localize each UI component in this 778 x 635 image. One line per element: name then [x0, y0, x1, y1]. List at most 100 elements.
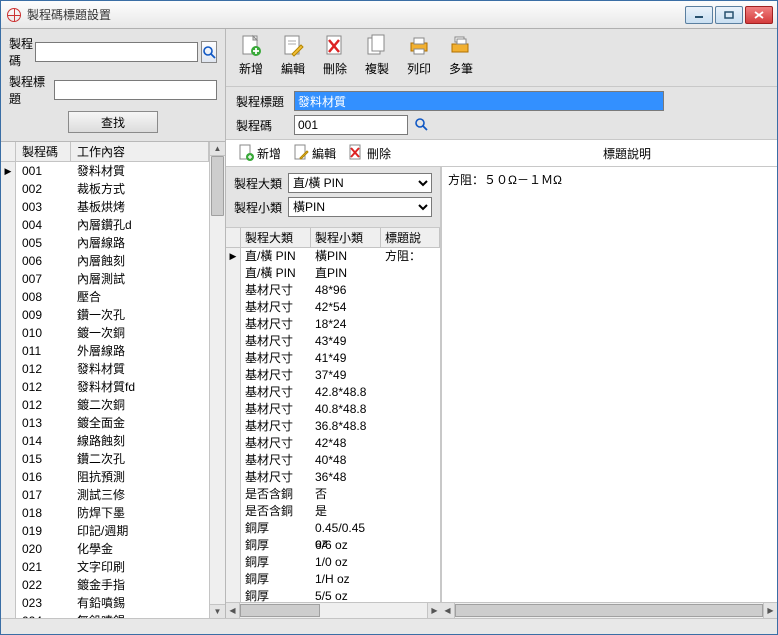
- table-row[interactable]: 013鍍全面金: [1, 414, 209, 432]
- table-row[interactable]: 基材尺寸37*49: [226, 367, 440, 384]
- table-row[interactable]: 是否含銅是: [226, 503, 440, 520]
- sub-edit-button[interactable]: 編輯: [287, 142, 342, 164]
- table-row[interactable]: 010鍍一次銅: [1, 324, 209, 342]
- mid-col-desc[interactable]: 標題說: [381, 228, 440, 247]
- table-row[interactable]: 009鑽一次孔: [1, 306, 209, 324]
- table-row[interactable]: 007內層測試: [1, 270, 209, 288]
- table-row[interactable]: 基材尺寸42*48: [226, 435, 440, 452]
- table-row[interactable]: 005內層線路: [1, 234, 209, 252]
- maximize-button[interactable]: [715, 6, 743, 24]
- page-add-icon: [238, 33, 264, 59]
- table-row[interactable]: 022鍍金手指: [1, 576, 209, 594]
- page-delete-icon: [322, 33, 348, 59]
- search-icon: [414, 117, 428, 131]
- search-title-label: 製程標題: [9, 73, 54, 107]
- table-row[interactable]: 012鍍二次銅: [1, 396, 209, 414]
- table-row[interactable]: 基材尺寸36*48: [226, 469, 440, 486]
- page-add-icon: [238, 144, 254, 162]
- search-lookup-button[interactable]: [201, 41, 217, 63]
- table-row[interactable]: 004內層鑽孔d: [1, 216, 209, 234]
- table-row[interactable]: 基材尺寸40.8*48.8: [226, 401, 440, 418]
- table-row[interactable]: 基材尺寸42.8*48.8: [226, 384, 440, 401]
- form-title-input[interactable]: [294, 91, 664, 111]
- toolbar-add-button[interactable]: 新增: [234, 33, 268, 86]
- table-row[interactable]: 012發料材質: [1, 360, 209, 378]
- desc-hscroll[interactable]: ◀▶: [441, 602, 777, 618]
- table-row[interactable]: 016阻抗預測: [1, 468, 209, 486]
- filter-major-label: 製程大類: [234, 175, 288, 192]
- form-code-input[interactable]: [294, 115, 408, 135]
- table-row[interactable]: 021文字印刷: [1, 558, 209, 576]
- printer-multi-icon: [448, 33, 474, 59]
- category-grid[interactable]: 製程大類 製程小類 標題說 ▶直/橫 PIN橫PIN方阻：直/橫 PIN直PIN…: [226, 227, 440, 602]
- page-edit-icon: [293, 144, 309, 162]
- col-header-content[interactable]: 工作內容: [71, 142, 209, 161]
- col-header-code[interactable]: 製程碼: [16, 142, 71, 161]
- status-bar: [1, 618, 777, 634]
- table-row[interactable]: 基材尺寸40*48: [226, 452, 440, 469]
- table-row[interactable]: 023有鉛噴錫: [1, 594, 209, 612]
- table-row[interactable]: 006內層蝕刻: [1, 252, 209, 270]
- filter-minor-select[interactable]: 橫PIN: [288, 197, 432, 217]
- find-button[interactable]: 查找: [68, 111, 158, 133]
- mid-col-minor[interactable]: 製程小類: [311, 228, 381, 247]
- table-row[interactable]: ▶001發料材質: [1, 162, 209, 180]
- table-row[interactable]: 017測試三修: [1, 486, 209, 504]
- table-row[interactable]: 012發料材質fd: [1, 378, 209, 396]
- table-row[interactable]: 銅厚6/6 oz: [226, 537, 440, 554]
- table-row[interactable]: 008壓合: [1, 288, 209, 306]
- page-delete-icon: [348, 144, 364, 162]
- toolbar-edit-button[interactable]: 編輯: [276, 33, 310, 86]
- search-icon: [202, 45, 216, 59]
- table-row[interactable]: 直/橫 PIN直PIN: [226, 265, 440, 282]
- table-row[interactable]: 銅厚0.45/0.45 oz: [226, 520, 440, 537]
- page-copy-icon: [364, 33, 390, 59]
- page-edit-icon: [280, 33, 306, 59]
- minimize-button[interactable]: [685, 6, 713, 24]
- close-button[interactable]: [745, 6, 773, 24]
- description-text: 方阻：５０Ω－１ＭΩ: [448, 173, 562, 187]
- table-row[interactable]: 002裁板方式: [1, 180, 209, 198]
- table-row[interactable]: 是否含銅否: [226, 486, 440, 503]
- mid-col-major[interactable]: 製程大類: [241, 228, 311, 247]
- app-icon: [7, 8, 21, 22]
- sub-add-button[interactable]: 新增: [232, 142, 287, 164]
- table-row[interactable]: 019印記/週期: [1, 522, 209, 540]
- printer-icon: [406, 33, 432, 59]
- toolbar-delete-button[interactable]: 刪除: [318, 33, 352, 86]
- table-row[interactable]: ▶直/橫 PIN橫PIN方阻：: [226, 248, 440, 265]
- table-row[interactable]: 銅厚1/0 oz: [226, 554, 440, 571]
- description-panel[interactable]: 方阻：５０Ω－１ＭΩ: [441, 167, 777, 602]
- mid-grid-hscroll[interactable]: ◀▶: [226, 602, 441, 618]
- table-row[interactable]: 基材尺寸41*49: [226, 350, 440, 367]
- filter-minor-label: 製程小類: [234, 199, 288, 216]
- toolbar-multi-button[interactable]: 多筆: [444, 33, 478, 86]
- table-row[interactable]: 基材尺寸43*49: [226, 333, 440, 350]
- search-title-input[interactable]: [54, 80, 217, 100]
- table-row[interactable]: 020化學金: [1, 540, 209, 558]
- table-row[interactable]: 018防焊下墨: [1, 504, 209, 522]
- table-row[interactable]: 基材尺寸18*24: [226, 316, 440, 333]
- table-row[interactable]: 015鑽二次孔: [1, 450, 209, 468]
- window-title: 製程碼標題設置: [27, 6, 685, 23]
- table-row[interactable]: 銅厚5/5 oz: [226, 588, 440, 602]
- form-code-lookup[interactable]: [414, 117, 428, 134]
- table-row[interactable]: 011外層線路: [1, 342, 209, 360]
- filter-major-select[interactable]: 直/橫 PIN: [288, 173, 432, 193]
- toolbar-copy-button[interactable]: 複製: [360, 33, 394, 86]
- form-title-label: 製程標題: [236, 93, 288, 110]
- left-grid-scrollbar[interactable]: ▲▼: [209, 142, 225, 618]
- table-row[interactable]: 基材尺寸48*96: [226, 282, 440, 299]
- process-list-grid[interactable]: 製程碼 工作內容 ▶001發料材質002裁板方式003基板烘烤004內層鑽孔d0…: [1, 142, 209, 618]
- search-code-label: 製程碼: [9, 35, 35, 69]
- toolbar-print-button[interactable]: 列印: [402, 33, 436, 86]
- search-code-input[interactable]: [35, 42, 198, 62]
- table-row[interactable]: 014線路蝕刻: [1, 432, 209, 450]
- form-code-label: 製程碼: [236, 117, 288, 134]
- description-header: 標題說明: [603, 145, 771, 162]
- table-row[interactable]: 銅厚1/H oz: [226, 571, 440, 588]
- table-row[interactable]: 基材尺寸36.8*48.8: [226, 418, 440, 435]
- table-row[interactable]: 003基板烘烤: [1, 198, 209, 216]
- sub-delete-button[interactable]: 刪除: [342, 142, 397, 164]
- table-row[interactable]: 基材尺寸42*54: [226, 299, 440, 316]
